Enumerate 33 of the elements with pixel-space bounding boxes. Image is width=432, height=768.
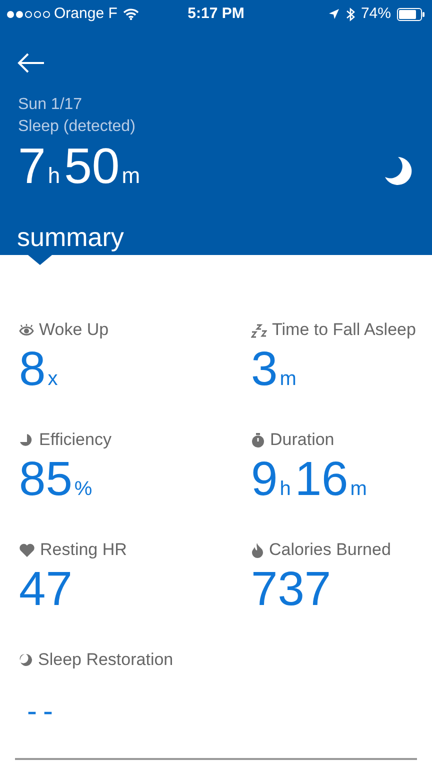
- location-icon: [328, 8, 340, 20]
- metric-label: Woke Up: [39, 319, 109, 342]
- metric-label: Time to Fall Asleep: [272, 319, 416, 342]
- heart-icon: [19, 543, 35, 557]
- section-title: summary: [17, 222, 125, 252]
- battery-icon: [397, 8, 425, 20]
- metric-value: 85%: [19, 452, 92, 508]
- crescent-icon: [19, 653, 33, 667]
- metric-value: 47: [19, 562, 72, 618]
- date-label: Sun 1/17: [18, 95, 84, 115]
- metric-value: 737: [251, 562, 332, 618]
- metric-value: 8x: [19, 342, 58, 398]
- clock-time: 5:17 PM: [188, 4, 244, 24]
- metric-value: 3 m: [251, 342, 296, 398]
- back-button[interactable]: [17, 52, 45, 74]
- total-sleep-value: 7 h 50 m: [18, 138, 140, 196]
- sleep-z-icon: [251, 322, 267, 338]
- metric-label: Calories Burned: [269, 539, 391, 562]
- metric-label: Efficiency: [39, 429, 112, 452]
- bluetooth-icon: [346, 6, 355, 22]
- metric-label: Duration: [270, 429, 334, 452]
- flame-icon: [251, 542, 264, 558]
- stopwatch-icon: [251, 432, 265, 448]
- battery-percent: 74%: [360, 4, 391, 24]
- metric-label: Sleep Restoration: [38, 649, 174, 672]
- carrier-name: Orange F: [54, 4, 118, 24]
- signal-icon: [7, 10, 50, 18]
- wifi-icon: [123, 8, 140, 20]
- eye-icon: [19, 324, 34, 336]
- metric-value: --: [26, 694, 59, 730]
- activity-title: Sleep (detected): [18, 117, 136, 137]
- metric-value: 9 h 16 m: [251, 452, 367, 508]
- metric-label: Resting HR: [40, 539, 127, 562]
